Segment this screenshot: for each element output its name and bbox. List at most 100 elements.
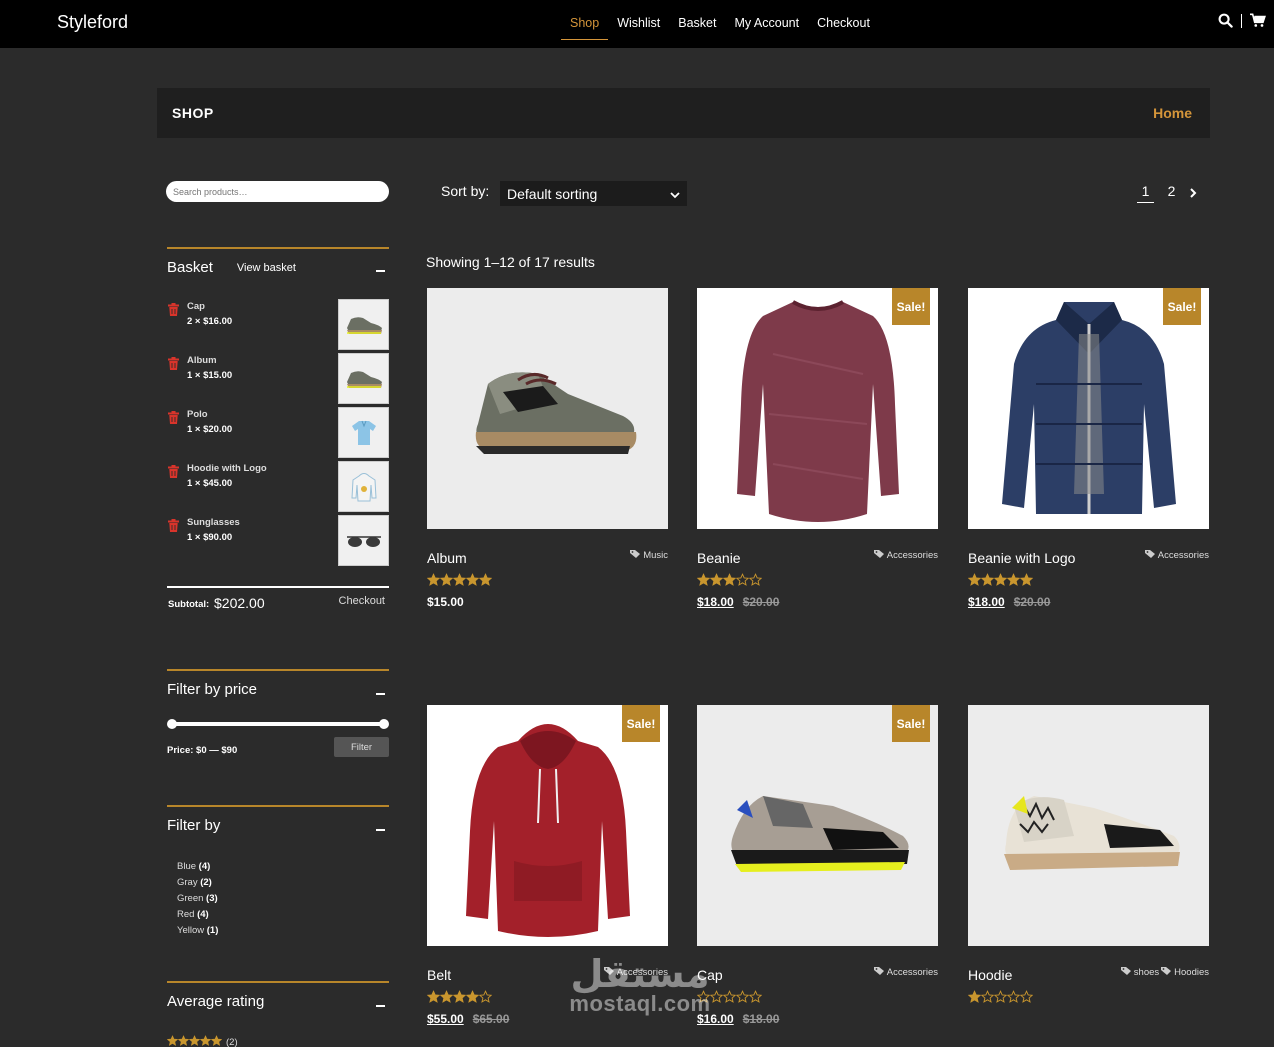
color-filter-list: Blue (4) Gray (2) Green (3) Red (4) Yellow (…: [177, 861, 218, 941]
next-page-icon[interactable]: [1189, 185, 1197, 201]
product-name[interactable]: Album: [427, 550, 467, 566]
header-icons: [1218, 13, 1266, 28]
sale-badge: Sale!: [892, 705, 930, 742]
nav-checkout[interactable]: Checkout: [808, 0, 879, 40]
product-category[interactable]: Accessories: [887, 967, 938, 978]
product-card[interactable]: Sale! Beanie with Logo Accessories $18.00 $2…: [967, 288, 1209, 618]
star-icon: [722, 990, 737, 1008]
product-name[interactable]: Beanie: [697, 550, 741, 566]
star-icon: [748, 573, 763, 591]
rating-filter-option[interactable]: (2): [166, 1035, 238, 1047]
cart-icon[interactable]: [1250, 13, 1266, 28]
basket-item: Polo 1 × $20.00: [167, 407, 389, 458]
view-basket-link[interactable]: View basket: [237, 262, 296, 274]
page-1[interactable]: 1: [1137, 183, 1154, 203]
basket-checkout-link[interactable]: Checkout: [339, 595, 385, 607]
header-divider: [1241, 13, 1242, 28]
basket-item-name[interactable]: Cap: [187, 301, 205, 312]
product-name[interactable]: Belt: [427, 967, 451, 983]
product-category[interactable]: Accessories: [887, 550, 938, 561]
product-card[interactable]: Sale! Cap Accessories $16.00 $18.00: [696, 705, 938, 1035]
sale-badge: Sale!: [622, 705, 660, 742]
star-icon: [735, 573, 750, 591]
star-icon: [465, 573, 480, 591]
breadcrumb-home[interactable]: Home: [1153, 105, 1192, 121]
product-old-price: $18.00: [742, 1012, 780, 1026]
nav-shop[interactable]: Shop: [561, 0, 609, 40]
trash-icon[interactable]: [168, 465, 179, 483]
brand-logo[interactable]: Styleford: [57, 12, 128, 33]
nav-my-account[interactable]: My Account: [725, 0, 808, 40]
product-card[interactable]: Sale! Beanie Accessories $18.00 $20.00: [696, 288, 938, 618]
product-rating: [967, 990, 1034, 1008]
trash-icon[interactable]: [168, 303, 179, 321]
star-icon: [426, 573, 441, 591]
trash-icon[interactable]: [168, 519, 179, 537]
product-category[interactable]: Music: [643, 550, 668, 561]
basket-item-thumbnail[interactable]: [338, 407, 389, 458]
collapse-rating-icon[interactable]: [376, 1005, 385, 1007]
collapse-basket-icon[interactable]: [376, 270, 385, 272]
product-category[interactable]: Accessories: [1158, 550, 1209, 561]
product-price: $15.00: [427, 595, 464, 609]
product-image[interactable]: Sale!: [697, 705, 938, 946]
star-icon: [439, 990, 454, 1008]
product-name[interactable]: Hoodie: [968, 967, 1012, 983]
star-icon: [993, 573, 1008, 591]
product-categories: Accessories: [873, 966, 938, 978]
page-2[interactable]: 2: [1163, 183, 1180, 203]
product-image[interactable]: Sale!: [427, 705, 668, 946]
filter-price-button[interactable]: Filter: [334, 737, 389, 757]
search-products-input[interactable]: [166, 181, 389, 202]
product-category[interactable]: shoes: [1134, 967, 1159, 978]
price-slider-track[interactable]: [171, 722, 385, 726]
basket-item-name[interactable]: Sunglasses: [187, 517, 240, 528]
product-price-row: $18.00 $20.00: [697, 595, 779, 609]
star-icon: [452, 573, 467, 591]
product-name[interactable]: Beanie with Logo: [968, 550, 1075, 566]
trash-icon[interactable]: [168, 357, 179, 375]
basket-item: Sunglasses 1 × $90.00: [167, 515, 389, 566]
color-filter-option[interactable]: Yellow (1): [177, 925, 218, 941]
trash-icon[interactable]: [168, 411, 179, 429]
basket-item-thumbnail[interactable]: [338, 515, 389, 566]
product-category[interactable]: Hoodies: [1174, 967, 1209, 978]
product-old-price: $65.00: [472, 1012, 510, 1026]
product-categories: Accessories: [873, 549, 938, 561]
star-icon: [1006, 990, 1021, 1008]
color-filter-label: Yellow: [177, 925, 205, 936]
color-filter-option[interactable]: Red (4): [177, 909, 218, 925]
product-old-price: $20.00: [1013, 595, 1051, 609]
product-image[interactable]: Sale!: [697, 288, 938, 529]
basket-item-name[interactable]: Hoodie with Logo: [187, 463, 267, 474]
product-card[interactable]: Hoodie shoes Hoodies: [967, 705, 1209, 1035]
nav-basket[interactable]: Basket: [669, 0, 725, 40]
star-icon: [709, 990, 724, 1008]
product-card[interactable]: Album Music $15.00: [426, 288, 668, 618]
sort-select-value: Default sorting: [507, 185, 598, 202]
basket-item-name[interactable]: Polo: [187, 409, 208, 420]
collapse-attribute-icon[interactable]: [376, 829, 385, 831]
collapse-price-icon[interactable]: [376, 693, 385, 695]
basket-item-thumbnail[interactable]: [338, 461, 389, 512]
color-filter-count: (4): [198, 861, 211, 872]
product-name[interactable]: Cap: [697, 967, 723, 983]
color-filter-option[interactable]: Blue (4): [177, 861, 218, 877]
product-categories: Music: [630, 549, 668, 561]
price-slider-max-handle[interactable]: [379, 719, 389, 729]
color-filter-option[interactable]: Gray (2): [177, 877, 218, 893]
product-price: $16.00: [697, 1012, 734, 1026]
search-icon[interactable]: [1218, 13, 1233, 28]
sort-select[interactable]: Default sorting: [500, 181, 687, 206]
product-category[interactable]: Accessories: [617, 967, 668, 978]
basket-item-thumbnail[interactable]: [338, 299, 389, 350]
nav-wishlist[interactable]: Wishlist: [608, 0, 669, 40]
product-card[interactable]: Sale! Belt Accessories $55.00 $65.00: [426, 705, 668, 1035]
basket-item-name[interactable]: Album: [187, 355, 217, 366]
product-image[interactable]: Sale!: [968, 288, 1209, 529]
color-filter-option[interactable]: Green (3): [177, 893, 218, 909]
product-image[interactable]: [427, 288, 668, 529]
product-image[interactable]: [968, 705, 1209, 946]
price-slider-min-handle[interactable]: [167, 719, 177, 729]
basket-item-thumbnail[interactable]: [338, 353, 389, 404]
